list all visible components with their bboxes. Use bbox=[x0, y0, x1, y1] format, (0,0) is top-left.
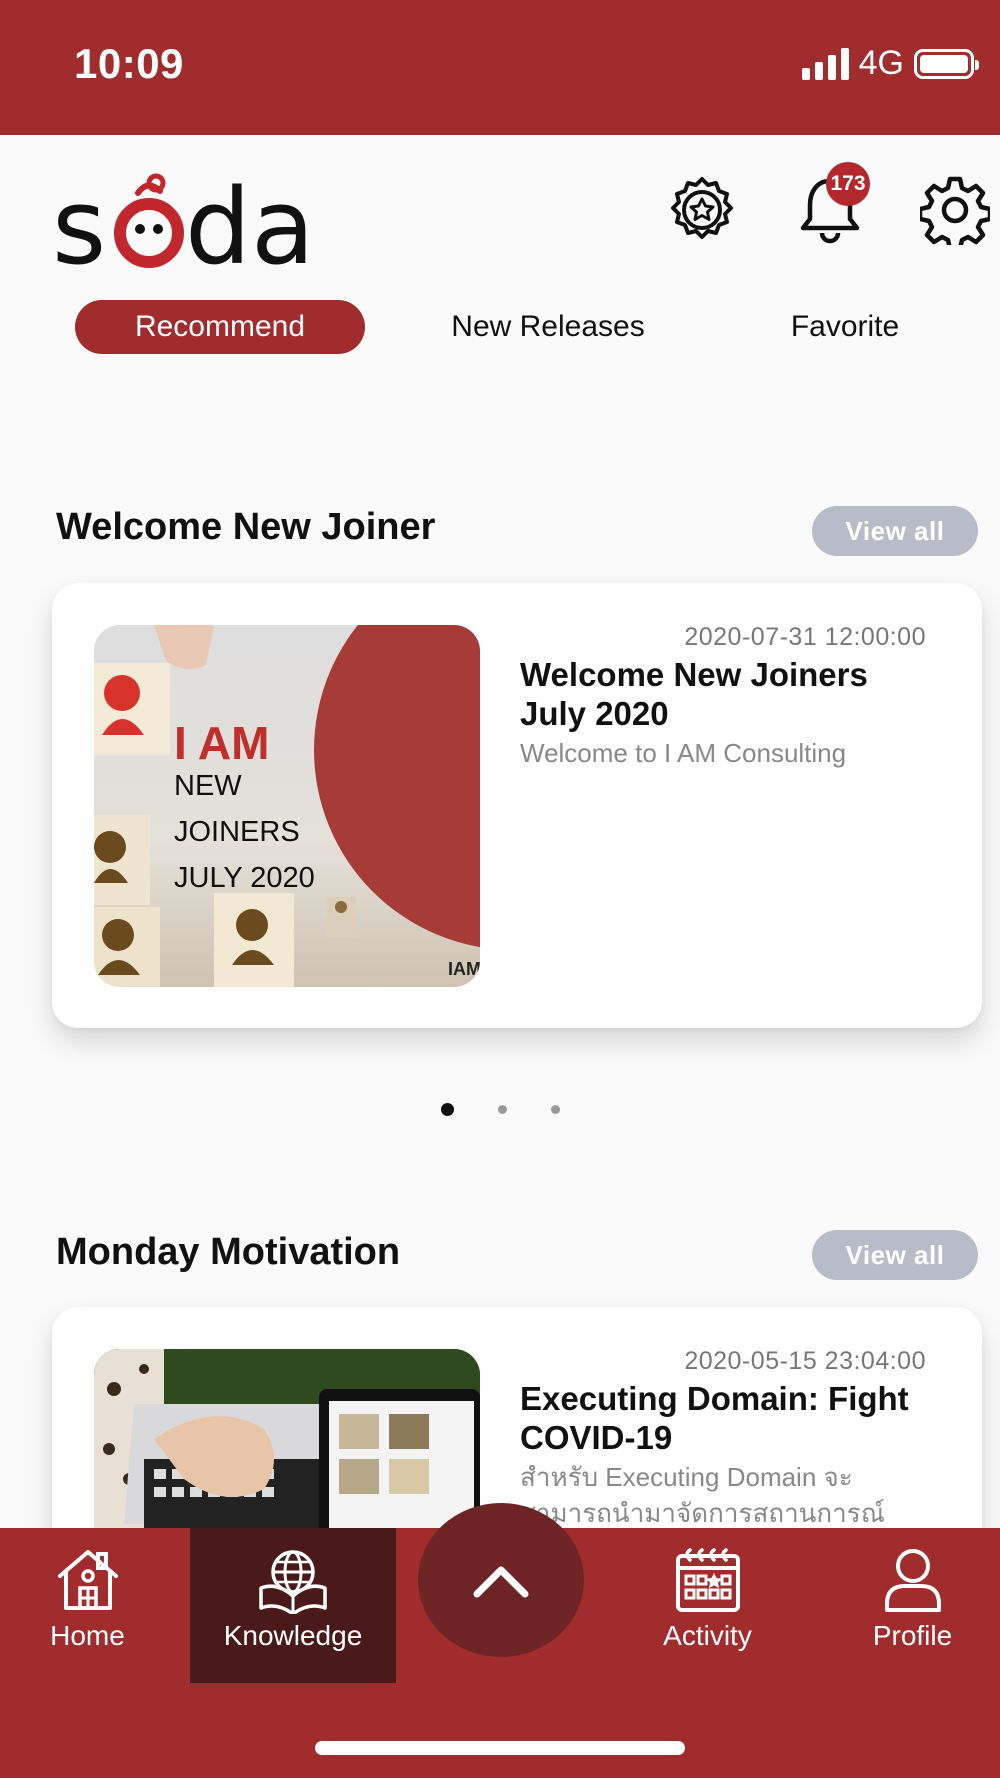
thumb-line-4: JULY 2020 bbox=[174, 862, 315, 894]
card-description: Welcome to I AM Consulting bbox=[520, 738, 847, 768]
nav-knowledge-label: Knowledge bbox=[223, 1620, 363, 1651]
thumb-brand: IAM bbox=[448, 959, 480, 979]
carousel-dot-2[interactable] bbox=[497, 1105, 507, 1114]
view-all-button-monday[interactable]: View all bbox=[812, 1230, 978, 1280]
battery-icon bbox=[914, 48, 979, 79]
thumb-line-1: I AM bbox=[174, 717, 269, 769]
svg-text:da: da bbox=[185, 166, 315, 283]
section-title-monday: Monday Motivation bbox=[56, 1231, 401, 1273]
scroll-top-button[interactable] bbox=[418, 1503, 584, 1657]
section-title-welcome: Welcome New Joiner bbox=[56, 506, 436, 548]
home-indicator bbox=[315, 1741, 685, 1755]
tab-bar: Recommend New Releases Favorite bbox=[0, 300, 1000, 356]
app-header: s da 173 Recommend New Releases Favorite bbox=[0, 135, 1000, 385]
tab-favorite[interactable]: Favorite bbox=[740, 300, 950, 354]
nav-activity[interactable]: Activity bbox=[640, 1528, 775, 1683]
chevron-up-icon bbox=[473, 1566, 529, 1598]
content-card-welcome[interactable]: I AM NEW JOINERS JULY 2020 IAM 2020-07-3… bbox=[52, 583, 982, 1028]
nav-activity-label: Activity bbox=[663, 1620, 752, 1651]
calendar-icon bbox=[675, 1548, 740, 1612]
card-title: Executing Domain: Fight COVID-19 bbox=[520, 1380, 909, 1456]
carousel-dot-3[interactable] bbox=[550, 1105, 560, 1114]
globe-book-icon bbox=[259, 1550, 327, 1614]
award-badge-icon[interactable] bbox=[667, 175, 737, 245]
status-indicators: 4G bbox=[801, 44, 979, 83]
status-time: 10:09 bbox=[74, 40, 184, 87]
thumb-line-3: JOINERS bbox=[174, 816, 300, 848]
card-thumbnail: I AM NEW JOINERS JULY 2020 IAM bbox=[94, 625, 480, 987]
tab-recommend[interactable]: Recommend bbox=[75, 300, 365, 354]
nav-home-label: Home bbox=[50, 1620, 125, 1651]
view-all-button-welcome[interactable]: View all bbox=[812, 506, 978, 556]
network-type: 4G bbox=[858, 44, 904, 82]
nav-home[interactable]: Home bbox=[20, 1528, 155, 1683]
card-title: Welcome New Joiners July 2020 bbox=[520, 656, 868, 732]
nav-profile[interactable]: Profile bbox=[845, 1528, 980, 1683]
card-description: สำหรับ Executing Domain จะสามารถนำมาจัดก… bbox=[520, 1462, 885, 1528]
notification-count-badge: 173 bbox=[826, 162, 870, 206]
soda-logo: s da bbox=[52, 166, 315, 283]
carousel-dot-1[interactable] bbox=[440, 1103, 454, 1116]
gear-icon[interactable] bbox=[920, 175, 990, 245]
card-date: 2020-05-15 23:04:00 bbox=[684, 1347, 926, 1375]
card-date: 2020-07-31 12:00:00 bbox=[684, 623, 926, 651]
user-icon bbox=[884, 1549, 941, 1612]
tab-new-releases[interactable]: New Releases bbox=[410, 300, 686, 354]
thumb-line-2: NEW bbox=[174, 770, 242, 802]
signal-icon bbox=[801, 47, 849, 80]
home-icon bbox=[57, 1550, 118, 1610]
nav-knowledge[interactable]: Knowledge bbox=[190, 1528, 396, 1683]
nav-profile-label: Profile bbox=[872, 1620, 953, 1651]
status-bar: 10:09 4G bbox=[0, 0, 1000, 135]
svg-text:s: s bbox=[52, 166, 106, 283]
carousel-indicator[interactable] bbox=[0, 1103, 1000, 1116]
